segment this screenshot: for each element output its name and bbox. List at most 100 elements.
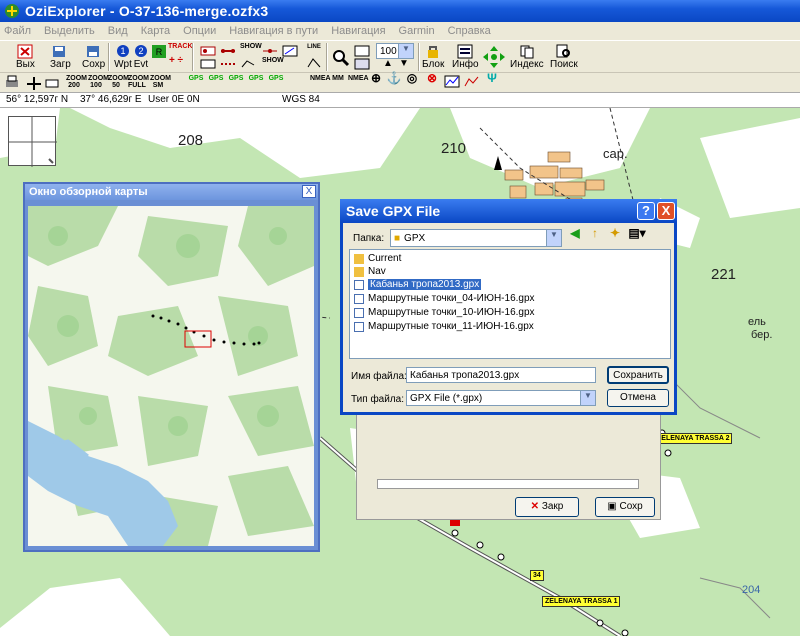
block-button[interactable]: Блок [422,43,444,70]
menu-navigation[interactable]: Навигация [331,25,385,37]
list-item[interactable]: Current [354,252,401,265]
close-x-icon: ✕ [530,501,540,512]
anchor-icon[interactable]: ⚓ [386,72,402,90]
gps-icon-5[interactable]: GPS [268,75,284,90]
gps-icon-1[interactable]: GPS [188,75,204,90]
overview-map[interactable] [28,206,314,546]
gps-icon-3[interactable]: GPS [228,75,244,90]
overview-title: Окно обзорной карты [29,186,148,198]
folder-icon [354,266,364,277]
track-edit-icon[interactable] [220,58,236,73]
chevron-down-icon[interactable]: ▼ [546,230,561,246]
folder-select[interactable]: ■ GPX ▼ [390,229,562,247]
filetype-select[interactable]: GPX File (*.gpx) ▼ [406,390,596,406]
file-list[interactable]: Current Nav Кабанья тропа2013.gpx Маршру… [349,249,671,359]
app-icon [5,4,19,18]
chevron-down-icon[interactable]: ▼ [580,391,595,405]
menu-help[interactable]: Справка [448,25,491,37]
menu-file[interactable]: Файл [4,25,31,37]
polyline-icon[interactable] [306,57,322,72]
close-button[interactable]: ✕ Закр [515,497,579,517]
exit-button[interactable]: Вых [16,43,35,70]
gps-icon-4[interactable]: GPS [248,75,264,90]
filetype-label: Тип файла: [351,394,404,405]
target-icon[interactable]: ◎ [404,72,420,90]
overview-window[interactable]: Окно обзорной карты X [23,182,320,552]
menu-options[interactable]: Опции [183,25,216,37]
show-track-icon[interactable] [240,57,256,72]
background-dialog[interactable]: ✕ Закр ▣ Сохр [356,414,661,520]
menu-garmin[interactable]: Garmin [399,25,435,37]
background-dialog-scrollbar[interactable] [377,479,639,489]
svg-text:2: 2 [138,46,143,56]
save-icon [85,43,103,59]
map-list-icon[interactable] [354,58,370,73]
crosshair-icon[interactable]: ⊕ [368,72,384,90]
nav-grid[interactable] [8,116,57,167]
zoom-sm-icon[interactable]: ZOOM SM [150,75,171,90]
menu-moving-map[interactable]: Навигация в пути [229,25,318,37]
save-dialog-button[interactable]: ▣ Сохр [595,497,655,517]
menu-view[interactable]: Вид [108,25,128,37]
menu-map[interactable]: Карта [141,25,170,37]
draw-tool-icon[interactable] [282,45,298,60]
new-folder-icon[interactable]: ✦ [607,227,623,245]
user-grid-readout: User 0E 0N [148,94,200,105]
zoom-200-icon[interactable]: ZOOM 200 [66,75,87,90]
load-button[interactable]: Загр [50,43,71,70]
list-item[interactable]: Маршрутные точки_04-ИЮН-16.gpx [354,292,535,305]
magnifier-icon[interactable] [332,49,350,67]
folder-icon: ■ [394,232,401,244]
gps-icon-2[interactable]: GPS [208,75,224,90]
point-icon[interactable] [44,76,60,91]
print-icon[interactable] [4,75,20,90]
stop-icon[interactable]: ⊗ [424,72,440,90]
map-label-208: 208 [178,132,204,149]
filename-field[interactable]: Кабанья тропа2013.gpx [406,367,596,383]
show-icon[interactable]: SHOW [240,43,262,58]
info-button[interactable]: Инфо [452,43,479,70]
nmea-icon[interactable]: NMEA [310,75,331,90]
menu-select[interactable]: Выделить [44,25,95,37]
cancel-button[interactable]: Отмена [607,389,669,407]
list-item[interactable]: Nav [354,265,386,278]
zoom-100-icon[interactable]: ZOOM 100 [88,75,109,90]
save-button[interactable]: Сохр [82,43,105,70]
index-button[interactable]: Индекс [510,43,544,70]
folder-label: Папка: [353,233,385,244]
route-list-icon[interactable] [200,58,216,73]
waypoint-button[interactable]: 1 Wpt [114,43,132,70]
back-icon[interactable]: ◀ [567,227,583,245]
pan-arrows-icon[interactable] [482,45,506,69]
graph-icon[interactable] [444,75,460,90]
view-menu-icon[interactable]: ▤▾ [627,227,647,245]
zoom-full-icon[interactable]: ZOOM FULL [128,75,149,90]
nmea-2-icon[interactable]: NMEA [348,75,369,90]
chevron-down-icon[interactable]: ▼ [398,44,413,58]
search-button[interactable]: Поиск [550,43,578,70]
chart-icon[interactable] [464,75,480,90]
list-item[interactable]: Маршрутные точки_10-ИЮН-16.gpx [354,306,535,319]
overview-title-bar[interactable]: Окно обзорной карты [25,184,318,200]
list-item[interactable]: Кабанья тропа2013.gpx [354,278,482,291]
help-button[interactable]: ? [637,202,655,220]
zoom-combo[interactable]: 100 ▼ [376,43,414,59]
svg-text:1: 1 [120,46,125,56]
list-item[interactable]: Маршрутные точки_11-ИЮН-16.gpx [354,320,534,333]
save-file-button[interactable]: Сохранить [607,366,669,384]
save-gpx-dialog[interactable]: Save GPX File ? X Папка: ■ GPX ▼ ◀ ↑ ✦ ▤… [340,199,677,415]
overview-close-button[interactable]: X [302,185,316,198]
window-title: OziExplorer - O-37-136-merge.ozfx3 [25,3,269,19]
show-waypoints-icon[interactable]: SHOW [262,57,284,72]
mm-icon[interactable]: MM [330,75,346,90]
event-button[interactable]: 2 Evt [132,43,150,70]
up-folder-icon[interactable]: ↑ [587,227,603,245]
route-button[interactable]: R [150,43,168,59]
dialog-close-button[interactable]: X [657,202,675,220]
signal-icon[interactable]: Ψ [484,72,500,90]
dialog-title-bar[interactable]: Save GPX File [340,199,677,223]
move-map-icon[interactable] [26,76,42,91]
add-remove-icon[interactable]: + ÷ [168,56,184,72]
zoom-50-icon[interactable]: ZOOM 50 [108,75,129,90]
latitude-readout: 56° 12,597г N [6,94,69,105]
